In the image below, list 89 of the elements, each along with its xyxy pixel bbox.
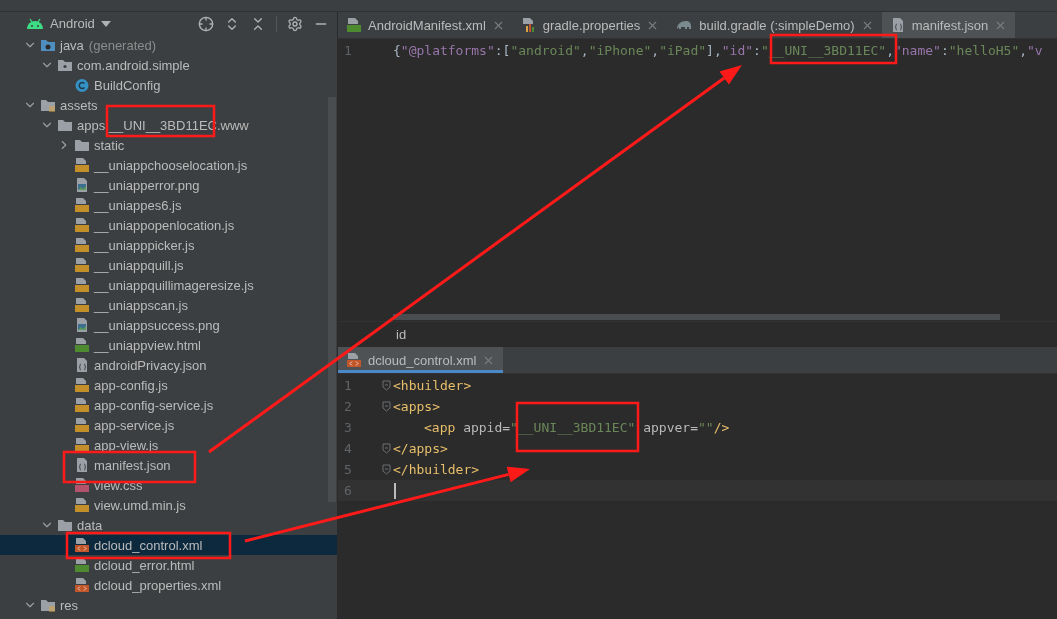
folder-icon bbox=[57, 517, 73, 533]
tree-item[interactable]: app-config.js bbox=[0, 375, 337, 395]
settings-icon[interactable] bbox=[287, 15, 303, 32]
html-file-icon bbox=[74, 337, 90, 353]
tree-item[interactable]: __uniappquill.js bbox=[0, 255, 337, 275]
tree-item[interactable]: BuildConfig bbox=[0, 75, 337, 95]
tree-item[interactable]: dcloud_properties.xml bbox=[0, 575, 337, 595]
editor-tab[interactable]: build.gradle (:simpleDemo) bbox=[667, 12, 882, 38]
tree-item[interactable]: dcloud_control.xml bbox=[0, 535, 337, 555]
js-file-icon bbox=[74, 217, 90, 233]
line-number: 5 bbox=[343, 462, 352, 477]
folder-icon bbox=[57, 117, 73, 133]
tree-item[interactable]: view.umd.min.js bbox=[0, 495, 337, 515]
locate-icon[interactable] bbox=[198, 15, 214, 32]
line-number: 1 bbox=[343, 43, 352, 58]
tree-item[interactable]: data bbox=[0, 515, 337, 535]
json-file-icon bbox=[74, 357, 90, 373]
xml-file-icon bbox=[74, 537, 90, 553]
line-number: 1 bbox=[343, 378, 352, 393]
js-file-icon bbox=[74, 197, 90, 213]
xml-file-icon bbox=[346, 352, 362, 368]
tree-item[interactable]: __uniappquillimageresize.js bbox=[0, 275, 337, 295]
line-number: 4 bbox=[343, 441, 352, 456]
android-icon bbox=[26, 17, 44, 30]
tree-item[interactable]: static bbox=[0, 135, 337, 155]
js-file-icon bbox=[74, 497, 90, 513]
html-file-icon bbox=[74, 557, 90, 573]
properties-file-icon bbox=[520, 17, 537, 33]
line-number: 2 bbox=[343, 399, 352, 414]
js-file-icon bbox=[74, 437, 90, 453]
folder-icon bbox=[74, 137, 90, 153]
code-line: <hbuilder> bbox=[393, 378, 472, 393]
tree-item[interactable]: __uniappview.html bbox=[0, 335, 337, 355]
editor-tab[interactable]: gradle.properties bbox=[512, 12, 668, 38]
tree-item[interactable]: androidPrivacy.json bbox=[0, 355, 337, 375]
view-selector[interactable]: Android bbox=[26, 16, 111, 31]
tree-item[interactable]: __uniappopenlocation.js bbox=[0, 215, 337, 235]
tree-item[interactable]: __uniapppicker.js bbox=[0, 235, 337, 255]
source-folder-icon bbox=[40, 37, 56, 53]
tree-item[interactable]: __uniappchooselocation.js bbox=[0, 155, 337, 175]
tree-item[interactable]: res bbox=[0, 595, 337, 615]
fold-marker-icon[interactable] bbox=[382, 464, 391, 475]
tree-item[interactable]: manifest.json bbox=[0, 455, 337, 475]
editor-tab[interactable]: manifest.json bbox=[881, 12, 1016, 38]
tree-item[interactable]: __uniappscan.js bbox=[0, 295, 337, 315]
resource-folder-icon bbox=[40, 597, 56, 613]
tree-item[interactable]: app-service.js bbox=[0, 415, 337, 435]
breadcrumb[interactable]: id bbox=[396, 327, 407, 342]
tree-item[interactable]: __uniappsuccess.png bbox=[0, 315, 337, 335]
js-file-icon bbox=[74, 417, 90, 433]
code-line: </apps> bbox=[393, 441, 448, 456]
js-file-icon bbox=[74, 257, 90, 273]
editor-tab[interactable]: AndroidManifest.xml bbox=[338, 12, 513, 38]
tree-item[interactable]: dcloud_error.html bbox=[0, 555, 337, 575]
js-file-icon bbox=[74, 237, 90, 253]
js-file-icon bbox=[74, 277, 90, 293]
tree-item[interactable]: view.css bbox=[0, 475, 337, 495]
tree-item[interactable]: __uniapperror.png bbox=[0, 175, 337, 195]
editor-tab[interactable]: dcloud_control.xml bbox=[338, 347, 504, 373]
code-line: <apps> bbox=[393, 399, 440, 414]
js-file-icon bbox=[74, 397, 90, 413]
js-file-icon bbox=[74, 157, 90, 173]
line-number: 3 bbox=[343, 420, 352, 435]
class-icon bbox=[74, 77, 90, 93]
tree-item[interactable]: __uniappes6.js bbox=[0, 195, 337, 215]
fold-marker-icon[interactable] bbox=[382, 443, 391, 454]
js-file-icon bbox=[74, 377, 90, 393]
scrollbar-thumb[interactable] bbox=[393, 314, 1000, 320]
css-file-icon bbox=[74, 477, 90, 493]
xml-file-icon bbox=[74, 577, 90, 593]
tree-item[interactable]: java (generated) bbox=[0, 35, 337, 55]
tree-item-note: (generated) bbox=[88, 37, 157, 53]
tree-item[interactable]: com.android.simple bbox=[0, 55, 337, 75]
json-file-icon bbox=[74, 457, 90, 473]
fold-marker-icon[interactable] bbox=[382, 380, 391, 391]
tree-item[interactable]: app-config-service.js bbox=[0, 395, 337, 415]
dropdown-arrow-icon bbox=[100, 20, 111, 27]
image-file-icon bbox=[74, 317, 90, 333]
fold-marker-icon[interactable] bbox=[382, 401, 391, 412]
text-caret bbox=[394, 482, 396, 499]
image-file-icon bbox=[74, 177, 90, 193]
package-icon bbox=[57, 57, 73, 73]
tree-item[interactable]: app-view.js bbox=[0, 435, 337, 455]
js-file-icon bbox=[74, 297, 90, 313]
code-line: </hbuilder> bbox=[393, 462, 480, 477]
manifest-file-icon bbox=[346, 17, 362, 33]
tree-item[interactable]: assets bbox=[0, 95, 337, 115]
scrollbar-thumb[interactable] bbox=[328, 97, 336, 502]
resource-folder-icon bbox=[40, 97, 56, 113]
